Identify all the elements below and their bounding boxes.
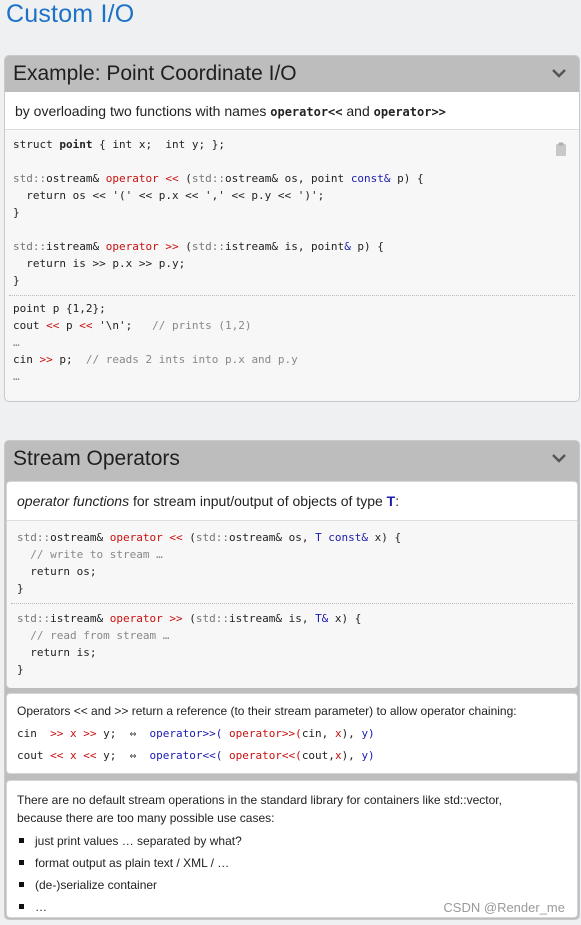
- stream-operators-header[interactable]: Stream Operators: [5, 441, 579, 477]
- operator-functions-description: operator functions for stream input/outp…: [7, 482, 577, 521]
- operator-functions-card: operator functions for stream input/outp…: [6, 481, 578, 688]
- no-default-text-line1: There are no default stream operations i…: [17, 793, 502, 807]
- page-title: Custom I/O: [6, 0, 135, 28]
- list-item: (de-)serialize container: [17, 874, 567, 896]
- example-panel-header[interactable]: Example: Point Coordinate I/O: [5, 56, 579, 92]
- code-ostream-operator: std::ostream& operator << (std::ostream&…: [7, 521, 577, 597]
- clipboard-icon[interactable]: [555, 142, 567, 156]
- code-point-struct: struct point { int x; int y; }; std::ost…: [5, 130, 579, 289]
- no-default-ops-card: There are no default stream operations i…: [6, 780, 578, 918]
- operator-chaining-card: Operators << and >> return a reference (…: [6, 693, 578, 774]
- list-item: just print values … separated by what?: [17, 830, 567, 852]
- watermark: CSDN @Render_me: [443, 900, 565, 915]
- no-default-text-line2: because there are too many possible use …: [17, 811, 275, 825]
- chevron-down-icon[interactable]: [551, 66, 567, 80]
- list-item: format output as plain text / XML / …: [17, 852, 567, 874]
- operator-chaining-text: Operators << and >> return a reference (…: [17, 704, 517, 718]
- code-chaining-examples: cin >> x >> y; ⇔ operator>>( operator>>(…: [7, 718, 577, 767]
- example-panel: Example: Point Coordinate I/O by overloa…: [4, 55, 580, 402]
- example-description: by overloading two functions with names …: [5, 92, 579, 130]
- code-point-usage: point p {1,2}; cout << p << '\n'; // pri…: [5, 296, 579, 385]
- stream-operators-title: Stream Operators: [13, 447, 180, 470]
- chevron-down-icon[interactable]: [551, 451, 567, 465]
- code-istream-operator: std::istream& operator >> (std::istream&…: [7, 604, 577, 678]
- example-panel-title: Example: Point Coordinate I/O: [13, 62, 297, 85]
